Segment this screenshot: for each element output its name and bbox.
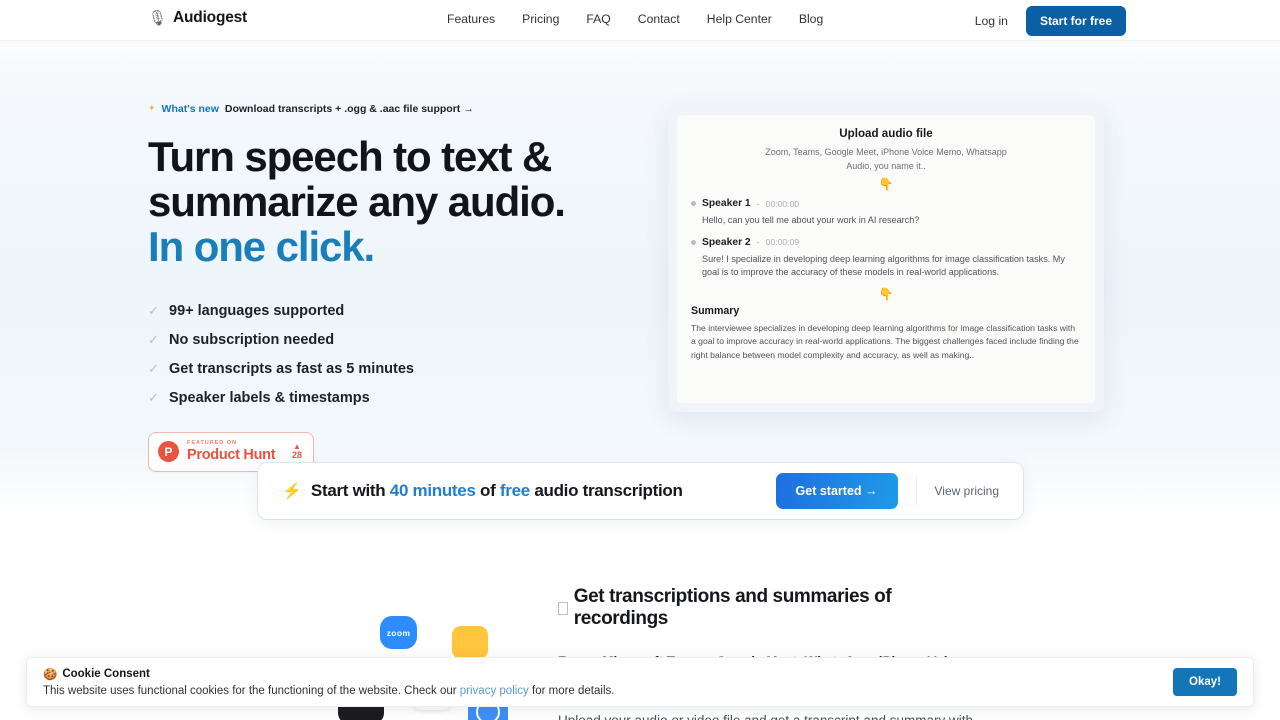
product-hunt-vote-count: 28 [291, 450, 302, 461]
upload-title: Upload audio file [839, 127, 933, 140]
feature-label: 99+ languages supported [169, 302, 345, 319]
view-pricing-link[interactable]: View pricing [935, 484, 999, 498]
check-icon: ✓ [148, 331, 159, 347]
feature-list: ✓ 99+ languages supported ✓ No subscript… [148, 303, 668, 406]
whats-new-label: What's new [161, 102, 219, 115]
speaker-name: Speaker 2 [702, 236, 751, 248]
cookie-body-1: This website uses functional cookies for… [43, 685, 460, 697]
summary-title: Summary [691, 304, 740, 317]
feature-label: Speaker labels & timestamps [169, 389, 370, 406]
check-icon: ✓ [148, 302, 159, 318]
transcript-entry: Speaker 2 - 00:00:09 Sure! I specialize … [691, 237, 1081, 280]
product-hunt-featured-label: FEATURED ON [187, 439, 237, 446]
speaker-dot-icon [691, 201, 696, 206]
start-for-free-button[interactable]: Start for free [1025, 6, 1126, 36]
cookie-consent-text: 🍪 Cookie Consent This website uses funct… [43, 667, 1173, 697]
list-item: ✓ No subscription needed [148, 332, 668, 348]
cta-banner: ⚡ Start with 40 minutes of free audio tr… [258, 463, 1023, 519]
nav-item-help-center[interactable]: Help Center [707, 12, 772, 26]
get-started-button[interactable]: Get started → [775, 473, 898, 509]
nav-item-features[interactable]: Features [447, 12, 495, 26]
main-navigation: Features Pricing FAQ Contact Help Center… [447, 12, 823, 26]
headline-accent: In one click. [148, 222, 375, 270]
login-link[interactable]: Log in [975, 14, 1008, 28]
speaker-timestamp: 00:00:00 [765, 198, 800, 209]
speaker-dash: - [756, 237, 760, 248]
cookie-okay-button[interactable]: Okay! [1173, 668, 1237, 696]
privacy-policy-link[interactable]: privacy policy [460, 685, 529, 697]
sparkle-icon: ✦ [148, 103, 156, 113]
cookie-title-text: Cookie Consent [62, 668, 150, 680]
hero-left-column: ✦ What's new Download transcripts + .ogg… [148, 98, 668, 472]
section-body: Upload your audio or video file and get … [558, 710, 978, 720]
speaker-dash: - [756, 198, 760, 209]
product-hunt-vote[interactable]: ▲ 28 [291, 442, 304, 461]
cta-text-1: Start with [310, 481, 390, 500]
app-preview-inner: Upload audio file Zoom, Teams, Google Me… [677, 115, 1095, 403]
whats-new-banner[interactable]: ✦ What's new Download transcripts + .ogg… [148, 103, 474, 115]
product-hunt-text: FEATURED ON Product Hunt [187, 439, 284, 464]
pointing-down-icon: 👇 [878, 177, 894, 191]
transcript-entry: Speaker 1 - 00:00:00 Hello, can you tell… [691, 198, 1081, 228]
cta-message: ⚡ Start with 40 minutes of free audio tr… [282, 481, 776, 501]
landing-page: 🎙 Audiogest Features Pricing FAQ Contact… [0, 0, 1280, 720]
check-icon: ✓ [148, 389, 159, 405]
nav-item-pricing[interactable]: Pricing [522, 12, 559, 26]
whatsapp-logo [452, 626, 488, 659]
cookie-consent-body: This website uses functional cookies for… [43, 685, 1173, 697]
speaker-text: Hello, can you tell me about your work i… [702, 215, 920, 225]
microphone-icon: 🎙 [148, 9, 168, 27]
speaker-text: Sure! I specialize in developing deep le… [702, 253, 1065, 278]
hero-headline: Turn speech to text & summarize any audi… [148, 134, 668, 270]
speaker-dot-icon [691, 239, 696, 245]
section-title: Get transcriptions and summaries of reco… [558, 586, 978, 630]
cookie-icon: 🍪 [43, 669, 58, 681]
app-preview-card: Upload audio file Zoom, Teams, Google Me… [668, 106, 1104, 412]
list-item: ✓ Speaker labels & timestamps [148, 390, 668, 406]
lightning-bolt-icon: ⚡ [282, 483, 302, 500]
zoom-logo: zoom [380, 616, 417, 649]
feature-label: Get transcripts as fast as 5 minutes [169, 360, 414, 377]
cookie-consent-title: 🍪 Cookie Consent [43, 667, 1173, 681]
headline-line-2: any audio. [368, 177, 566, 225]
cta-text-2: of [475, 481, 500, 500]
nav-item-faq[interactable]: FAQ [586, 12, 610, 26]
speaker-timestamp: 00:00:09 [765, 237, 800, 248]
summary-text: The interviewee specializes in developin… [691, 322, 1079, 360]
nav-item-blog[interactable]: Blog [799, 12, 823, 26]
cookie-consent-banner: 🍪 Cookie Consent This website uses funct… [26, 657, 1254, 707]
brand-name: Audiogest [173, 9, 248, 26]
header-actions: Log in Start for free [975, 6, 1126, 36]
cta-highlight-free: free [499, 481, 530, 500]
product-hunt-name: Product Hunt [187, 447, 276, 464]
pointing-down-icon-2: 👇 [878, 286, 894, 301]
nav-item-contact[interactable]: Contact [638, 12, 680, 26]
section-title-text: Get transcriptions and summaries of reco… [573, 586, 892, 629]
list-item: ✓ 99+ languages supported [148, 303, 668, 319]
whats-new-text: Download transcripts + .ogg & .aac file … [224, 102, 474, 115]
product-hunt-icon: P [158, 441, 179, 463]
speaker-header: Speaker 2 - 00:00:09 [691, 237, 1081, 248]
brand-logo[interactable]: 🎙 Audiogest [148, 9, 247, 27]
cta-text: Start with 40 minutes of free audio tran… [311, 481, 683, 501]
missing-glyph-icon [558, 601, 568, 615]
upload-subtitle: Zoom, Teams, Google Meet, iPhone Voice M… [765, 147, 1007, 171]
speaker-header: Speaker 1 - 00:00:00 [691, 198, 1081, 209]
site-header: 🎙 Audiogest Features Pricing FAQ Contact… [0, 0, 1280, 41]
cta-highlight-minutes: 40 minutes [389, 481, 476, 500]
check-icon: ✓ [148, 360, 159, 376]
divider [915, 477, 917, 505]
list-item: ✓ Get transcripts as fast as 5 minutes [148, 361, 668, 377]
speaker-name: Speaker 1 [702, 198, 751, 209]
cookie-body-2: for more details. [528, 685, 615, 697]
cta-text-3: audio transcription [529, 481, 683, 500]
feature-label: No subscription needed [169, 331, 335, 348]
